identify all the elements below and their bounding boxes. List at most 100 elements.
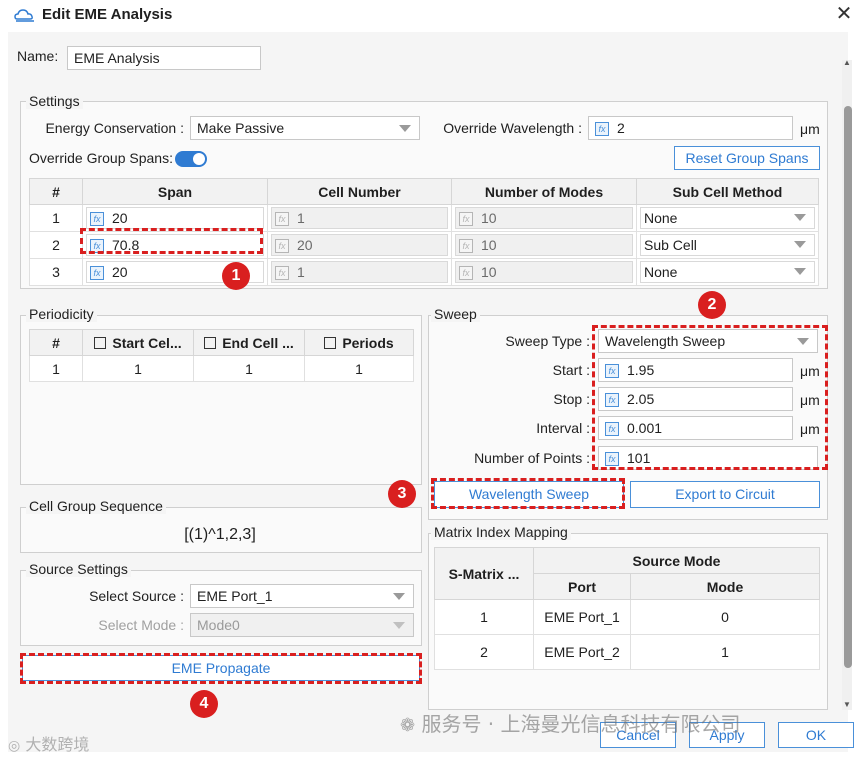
table-row[interactable]: 1 1 1 1 [29,355,414,382]
override-group-spans-label: Override Group Spans: [29,150,173,166]
method-cell[interactable]: None [636,258,819,286]
settings-title: Settings [26,93,83,109]
chevron-down-icon [794,241,806,248]
chevron-down-icon [794,214,806,221]
sweep-stop-label: Stop : [553,391,590,407]
formula-icon: fx [459,239,473,254]
col-source-mode: Source Mode [533,547,820,574]
select-source-dropdown[interactable]: EME Port_1 [190,584,414,608]
row-index: 3 [29,258,83,286]
cell-number-value: 1 [297,210,305,226]
col-mode: Mode [630,573,820,600]
chevron-down-icon [393,622,405,629]
col-index: # [29,178,83,205]
col-cell-number: Cell Number [267,178,452,205]
watermark-right-text: 服务号 · 上海曼光信息科技有限公司 [421,712,741,736]
formula-icon: fx [275,212,289,227]
start-cell-value[interactable]: 1 [82,355,194,382]
scrollbar-thumb[interactable] [844,106,852,668]
table-row: 3 fx 20 fx 1 fx 10 None [29,258,819,286]
s-matrix-index: 1 [434,599,534,635]
edit-icon [204,336,217,349]
row-index: 1 [29,204,83,232]
override-group-spans-toggle[interactable] [175,151,207,167]
formula-icon: fx [459,266,473,281]
mode-value: 0 [630,599,820,635]
col-port: Port [533,573,631,600]
method-value: None [644,264,678,280]
scroll-down-icon[interactable]: ▼ [843,700,851,709]
method-cell[interactable]: Sub Cell [636,231,819,259]
span-value: 20 [112,264,128,280]
name-label: Name: [17,48,59,64]
scroll-up-icon[interactable]: ▲ [843,58,851,67]
port-value: EME Port_1 [533,599,631,635]
override-wavelength-label: Override Wavelength : [443,120,582,136]
col-span: Span [82,178,268,205]
select-source-label: Select Source : [89,588,184,604]
annotation-badge-1: 1 [222,262,250,290]
col-sub-cell-method: Sub Cell Method [636,178,819,205]
s-matrix-index: 2 [434,634,534,670]
formula-icon: fx [90,266,104,281]
camera-icon: ◎ [8,738,21,754]
sweep-interval-label: Interval : [536,420,590,436]
col-number-of-modes: Number of Modes [451,178,637,205]
periods-value[interactable]: 1 [304,355,414,382]
chevron-down-icon [794,268,806,275]
col-s-matrix: S-Matrix ... [434,547,534,600]
matrix-index-mapping-title: Matrix Index Mapping [431,524,571,540]
override-wavelength-value: 2 [617,120,625,136]
annotation-badge-2: 2 [698,291,726,319]
end-cell-value[interactable]: 1 [193,355,305,382]
col-periods: Periods [304,329,414,356]
override-wavelength-input[interactable]: fx 2 [588,116,793,140]
close-icon[interactable]: ✕ [834,4,854,24]
chevron-down-icon [399,125,411,132]
energy-conservation-label: Energy Conservation : [45,120,184,136]
col-index: # [29,329,83,356]
formula-icon: fx [90,212,104,227]
col-end-cell-label: End Cell ... [222,334,294,351]
select-mode-value: Mode0 [197,617,240,633]
energy-conservation-value: Make Passive [197,120,285,136]
formula-icon: fx [459,212,473,227]
method-value: None [644,210,678,226]
cell-group-sequence-value: [(1)^1,2,3] [184,526,256,543]
formula-icon: fx [275,239,289,254]
sweep-start-label: Start : [552,362,590,378]
cell-number-value: 20 [297,237,313,253]
edit-icon [94,336,107,349]
cell-number-cell: fx 1 [267,204,452,232]
reset-group-spans-button[interactable]: Reset Group Spans [674,146,820,170]
method-cell[interactable]: None [636,204,819,232]
annotation-badge-4: 4 [190,690,218,718]
matrix-index-table: S-Matrix ... Source Mode Port Mode 1 EME… [434,547,820,670]
periodicity-table: # Start Cel... End Cell ... Periods 1 1 … [29,329,414,382]
number-of-points-label: Number of Points : [474,450,590,466]
annotation-box-sweep [592,325,828,470]
mode-value: 1 [630,634,820,670]
select-mode-label: Select Mode : [98,617,184,633]
cell-number-cell: fx 20 [267,231,452,259]
name-input[interactable]: EME Analysis [67,46,261,70]
export-to-circuit-button[interactable]: Export to Circuit [630,481,820,508]
port-value: EME Port_2 [533,634,631,670]
ok-button[interactable]: OK [778,722,854,748]
sweep-title: Sweep [431,306,480,322]
cell-number-cell: fx 1 [267,258,452,286]
sweep-type-label: Sweep Type : [505,333,590,349]
col-start-cell-label: Start Cel... [112,334,182,351]
col-start-cell: Start Cel... [82,329,194,356]
span-value: 20 [112,210,128,226]
edit-icon [324,336,337,349]
chevron-down-icon [393,593,405,600]
watermark-left: ◎ 大数跨境 [8,731,89,755]
modes-value: 10 [481,264,497,280]
row-index: 1 [29,355,83,382]
wechat-icon: ❁ [400,715,416,736]
col-periods-label: Periods [342,334,394,351]
modes-cell: fx 10 [451,258,637,286]
energy-conservation-select[interactable]: Make Passive [190,116,420,140]
cell-group-sequence-title: Cell Group Sequence [26,498,166,514]
